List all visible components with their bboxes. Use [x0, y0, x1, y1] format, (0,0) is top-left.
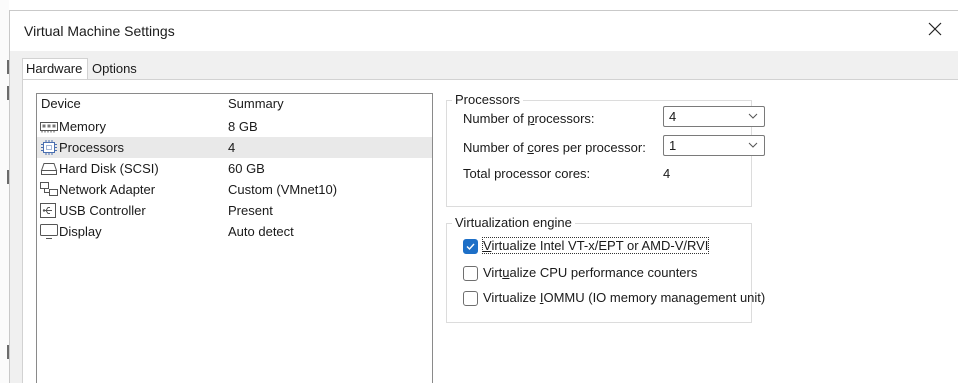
- checkbox[interactable]: [463, 239, 478, 254]
- column-header-device[interactable]: Device: [41, 96, 81, 111]
- num-processors-label: Number of processors:: [463, 111, 595, 126]
- title-bar: Virtual Machine Settings: [10, 11, 958, 51]
- device-row-usb-controller[interactable]: USB Controller Present: [37, 200, 432, 221]
- background-window-edge: [0, 0, 9, 383]
- select-value: 4: [669, 109, 677, 124]
- cores-per-processor-label: Number of cores per processor:: [463, 140, 646, 155]
- column-header-summary[interactable]: Summary: [228, 96, 284, 111]
- virtualization-group: Virtualization engine Virtualize Intel V…: [446, 215, 765, 323]
- device-summary: Auto detect: [228, 224, 294, 239]
- device-name: Network Adapter: [59, 182, 156, 197]
- select-value: 1: [669, 138, 677, 153]
- device-row-memory[interactable]: Memory 8 GB: [37, 116, 432, 137]
- settings-dialog: Virtual Machine Settings Hardware Option…: [9, 10, 958, 383]
- checkmark-icon: [466, 243, 475, 251]
- display-icon: [40, 224, 58, 239]
- window-title: Virtual Machine Settings: [24, 23, 175, 39]
- device-name: Memory: [59, 119, 106, 134]
- total-cores-value: 4: [663, 166, 671, 181]
- device-summary: 60 GB: [228, 161, 265, 176]
- group-title: Processors: [452, 92, 524, 107]
- chevron-down-icon: [748, 113, 758, 119]
- hardware-panel: Device Summary Memory 8 GB Processors 4 …: [22, 79, 958, 383]
- chevron-down-icon: [748, 142, 758, 148]
- group-title: Virtualization engine: [452, 215, 575, 230]
- num-processors-select[interactable]: 4: [663, 106, 765, 127]
- device-summary: Present: [228, 203, 273, 218]
- processors-group: Processors Number of processors: 4 Numbe…: [446, 92, 765, 207]
- device-name: Hard Disk (SCSI): [59, 161, 159, 176]
- device-name: Processors: [59, 140, 125, 155]
- checkbox-label: Virtualize IOMMU (IO memory management u…: [483, 290, 766, 305]
- device-list[interactable]: Device Summary Memory 8 GB Processors 4 …: [36, 93, 433, 383]
- checkbox[interactable]: [463, 266, 478, 281]
- tab-options[interactable]: Options: [89, 60, 153, 80]
- device-summary: 4: [228, 140, 236, 155]
- device-name: Display: [59, 224, 102, 239]
- total-cores-label: Total processor cores:: [463, 166, 591, 181]
- tab-hardware[interactable]: Hardware: [22, 58, 88, 80]
- device-row-processors[interactable]: Processors 4: [37, 137, 432, 158]
- cores-per-processor-select[interactable]: 1: [663, 135, 765, 156]
- device-row-network-adapter[interactable]: Network Adapter Custom (VMnet10): [37, 179, 432, 200]
- close-button[interactable]: [912, 11, 958, 47]
- checkbox-label: Virtualize Intel VT-x/EPT or AMD-V/RVI: [481, 237, 710, 254]
- device-row-display[interactable]: Display Auto detect: [37, 221, 432, 242]
- memory-icon: [40, 122, 58, 133]
- checkbox-label: Virtualize CPU performance counters: [483, 265, 698, 280]
- device-name: USB Controller: [59, 203, 146, 218]
- device-list-header: Device Summary: [37, 96, 432, 116]
- usb-icon: [40, 203, 56, 218]
- hard-disk-icon: [40, 163, 58, 175]
- processor-icon: [41, 140, 57, 155]
- checkbox[interactable]: [463, 291, 478, 306]
- close-icon: [928, 22, 942, 36]
- network-adapter-icon: [40, 182, 58, 196]
- device-row-hard-disk[interactable]: Hard Disk (SCSI) 60 GB: [37, 158, 432, 179]
- device-summary: 8 GB: [228, 119, 258, 134]
- device-summary: Custom (VMnet10): [228, 182, 338, 197]
